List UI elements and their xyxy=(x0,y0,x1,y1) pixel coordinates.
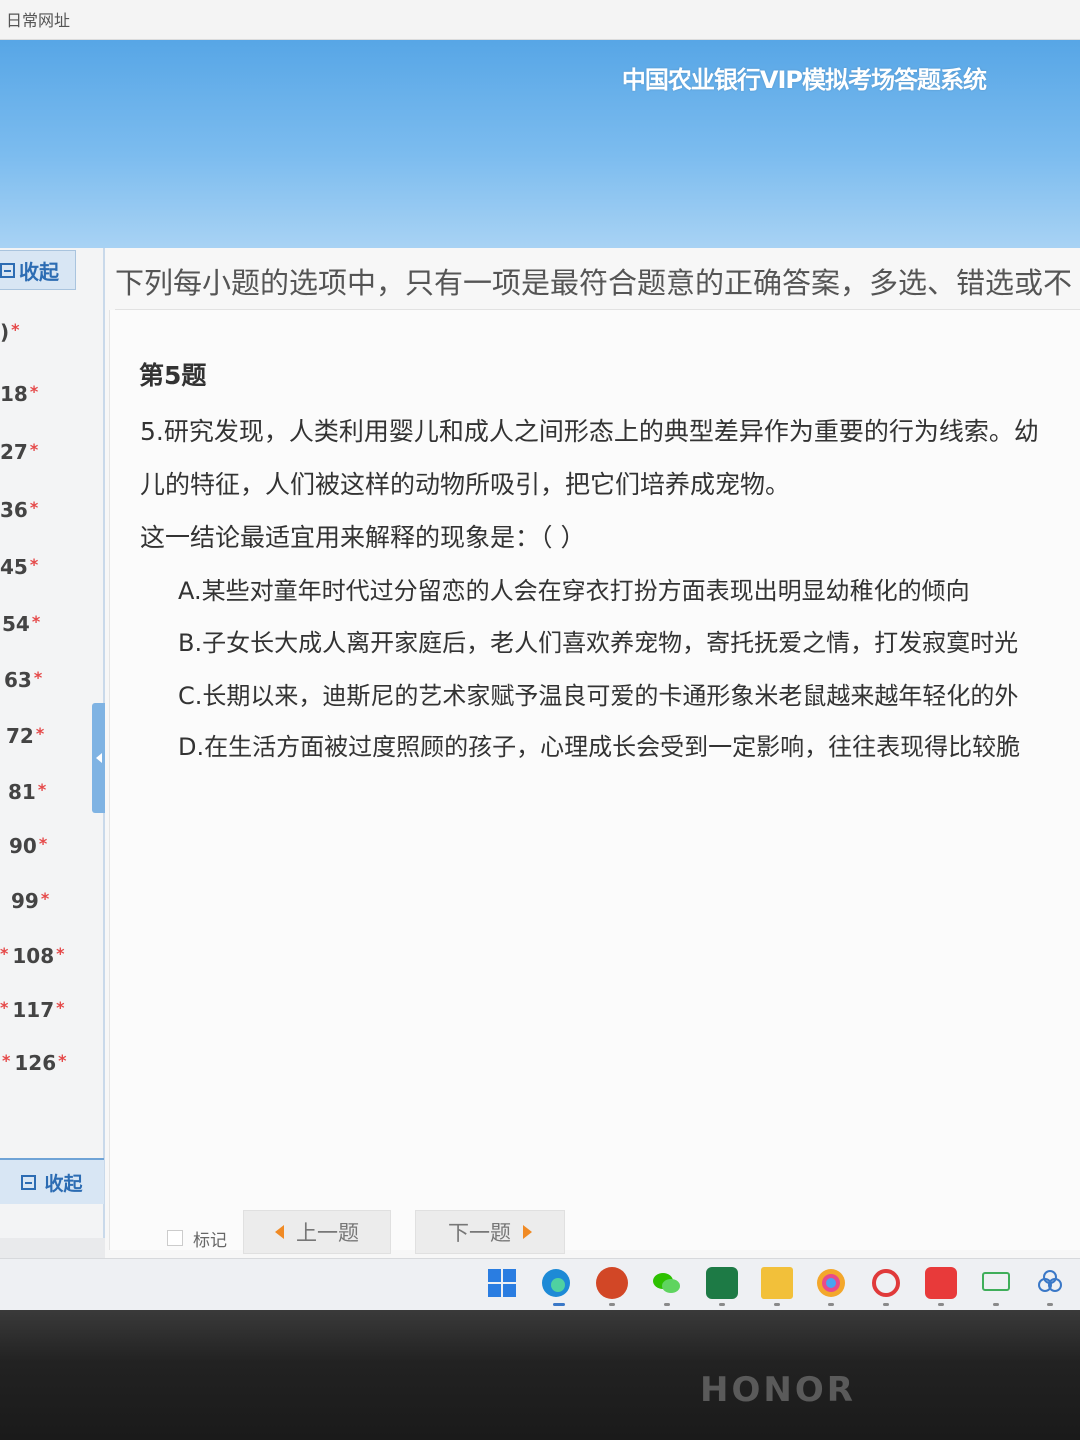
question-index-item[interactable]: 90 * xyxy=(9,834,47,864)
question-stem-line: 5.研究发现，人类利用婴儿和成人之间形态上的典型差异作为重要的行为线索。幼 xyxy=(140,417,1039,446)
chrome-icon[interactable] xyxy=(815,1267,847,1299)
collapse-button-top[interactable]: 收起 xyxy=(0,250,76,290)
running-indicator xyxy=(993,1303,999,1306)
arrow-right-icon xyxy=(523,1225,532,1239)
laptop-bezel: HONOR xyxy=(0,1310,1080,1440)
screen-icon[interactable] xyxy=(980,1267,1012,1299)
collapse-label: 收起 xyxy=(44,1172,83,1195)
question-index-item[interactable]: 81 * xyxy=(8,780,46,810)
header-banner: 中国农业银行VIP模拟考场答题系统 xyxy=(0,40,1080,250)
running-indicator xyxy=(609,1303,615,1306)
question-index-item[interactable]: 72 * xyxy=(6,724,44,754)
running-indicator xyxy=(664,1303,670,1306)
arrow-left-icon xyxy=(275,1225,284,1239)
collapse-icon xyxy=(21,1174,37,1190)
question-index-item[interactable]: 45 * xyxy=(0,555,38,585)
running-indicator xyxy=(719,1303,725,1306)
running-indicator xyxy=(828,1303,834,1306)
collapse-icon xyxy=(0,262,15,278)
bookmarks-bar: 日常网址 xyxy=(0,0,1080,40)
question-nav-bar: 标记 上一题 下一题 xyxy=(105,1208,1080,1258)
collapse-label: 收起 xyxy=(19,259,59,284)
edge-icon[interactable] xyxy=(540,1267,572,1299)
question-stem-line: 儿的特征，人们被这样的动物所吸引，把它们培养成宠物。 xyxy=(140,470,791,499)
network-icon[interactable] xyxy=(1034,1267,1066,1299)
wechat-icon[interactable] xyxy=(650,1267,682,1299)
device-brand-logo: HONOR xyxy=(700,1370,856,1410)
powerpoint-icon[interactable] xyxy=(596,1267,628,1299)
file-explorer-icon[interactable] xyxy=(761,1267,793,1299)
running-indicator xyxy=(883,1303,889,1306)
option-a[interactable]: A.某些对童年时代过分留恋的人会在穿衣打扮方面表现出明显幼稚化的倾向 xyxy=(178,571,970,606)
option-b[interactable]: B.子女长大成人离开家庭后，老人们喜欢养宠物，寄托抚爱之情，打发寂寞时光 xyxy=(178,623,1018,658)
bookmark-daily-sites[interactable]: 日常网址 xyxy=(6,7,70,31)
question-number-title: 第5题 xyxy=(139,361,207,390)
app-icon[interactable] xyxy=(870,1267,902,1299)
main-content: 下列每小题的选项中，只有一项是最符合题意的正确答案，多选、错选或不 第5题 5.… xyxy=(105,248,1080,1258)
system-title: 中国农业银行VIP模拟考场答题系统 xyxy=(621,66,987,94)
question-index-item[interactable]: * 117 * xyxy=(0,998,65,1028)
running-indicator xyxy=(774,1303,780,1306)
question-index-item[interactable]: 99 * xyxy=(11,889,49,919)
question-index-item[interactable]: ) * xyxy=(0,320,20,350)
running-indicator xyxy=(1047,1303,1053,1306)
option-d[interactable]: D.在生活方面被过度照顾的孩子，心理成长会受到一定影响，往往表现得比较脆 xyxy=(178,727,1020,762)
taskbar xyxy=(0,1258,1080,1310)
mark-checkbox[interactable] xyxy=(167,1230,183,1246)
question-index-sidebar: 收起 ) * 18 * 27 * 36 * 45 * 54 * 63 * 72 * 81 * 90… xyxy=(0,248,105,1238)
question-index-item[interactable]: 18 * xyxy=(0,382,38,412)
next-question-button[interactable]: 下一题 xyxy=(415,1210,565,1254)
question-index-item[interactable]: 27 * xyxy=(0,440,38,470)
question-index-item[interactable]: 36 * xyxy=(0,498,38,528)
question-index-item[interactable]: 63 * xyxy=(4,668,42,698)
section-instruction: 下列每小题的选项中，只有一项是最符合题意的正确答案，多选、错选或不 xyxy=(115,260,1080,310)
question-index-item[interactable]: 54 * xyxy=(2,612,40,642)
collapse-button-bottom[interactable]: 收起 xyxy=(0,1158,104,1204)
excel-icon[interactable] xyxy=(706,1267,738,1299)
option-c[interactable]: C.长期以来，迪斯尼的艺术家赋予温良可爱的卡通形象米老鼠越来越年轻化的外 xyxy=(178,676,1018,711)
windows-start-icon[interactable] xyxy=(486,1267,518,1299)
question-prompt: 这一结论最适宜用来解释的现象是：（ ） xyxy=(140,523,586,552)
active-indicator xyxy=(553,1303,565,1306)
running-indicator xyxy=(938,1303,944,1306)
netease-music-icon[interactable] xyxy=(925,1267,957,1299)
question-index-item[interactable]: * 126 * xyxy=(2,1051,67,1081)
previous-question-button[interactable]: 上一题 xyxy=(243,1210,391,1254)
mark-label: 标记 xyxy=(193,1231,227,1251)
question-panel: 第5题 5.研究发现，人类利用婴儿和成人之间形态上的典型差异作为重要的行为线索。… xyxy=(109,310,1080,1250)
question-index-item[interactable]: * 108 * xyxy=(0,944,65,974)
